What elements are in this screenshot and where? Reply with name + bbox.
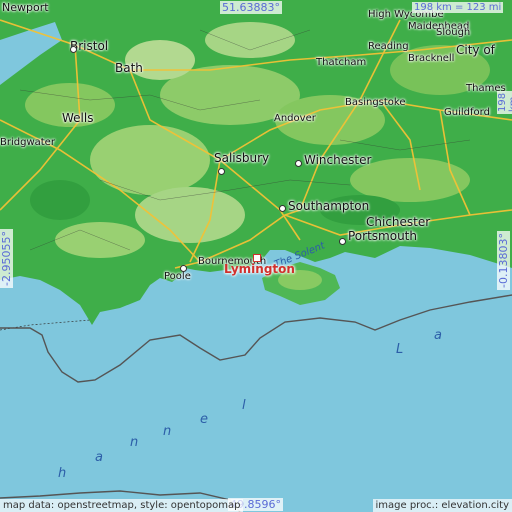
channel-letter: l (242, 398, 246, 413)
channel-letter: n (163, 424, 172, 439)
city-label-slough: Slough (436, 27, 471, 38)
city-label-guildford: Guildford (444, 107, 490, 118)
city-dot (218, 168, 225, 175)
city-label-portsmouth: Portsmouth (348, 229, 417, 243)
coord-right: -0.13803° (497, 231, 510, 290)
city-label-cityof: City of (456, 43, 495, 57)
map-attribution: map data: openstreetmap, style: opentopo… (0, 499, 244, 512)
channel-letter: n (130, 435, 139, 450)
city-dot (70, 46, 77, 53)
city-label-bath: Bath (115, 61, 143, 75)
map-canvas[interactable]: h a n n e l L a The Solent Newport Brist… (0, 0, 512, 512)
channel-letter: h (58, 466, 67, 481)
channel-letter: a (95, 450, 103, 465)
channel-letter: L (396, 342, 404, 357)
city-label-wells: Wells (62, 111, 94, 125)
city-label-salisbury: Salisbury (214, 151, 270, 165)
scale-top: 198 km = 123 mi (412, 2, 504, 13)
channel-letter: e (200, 412, 208, 427)
city-dot (279, 205, 286, 212)
coord-left: -2.95055° (0, 229, 13, 288)
city-label-poole: Poole (164, 271, 191, 282)
city-label-bridgwater: Bridgwater (0, 137, 55, 148)
coord-top: 51.63883° (220, 1, 282, 14)
scale-right: 198 km = 123 mi (497, 90, 512, 114)
city-label-basingstoke: Basingstoke (345, 97, 406, 108)
channel-letter: a (434, 328, 442, 343)
highlight-place-label: Lymington (224, 262, 295, 276)
city-dot (339, 238, 346, 245)
city-label-bracknell: Bracknell (408, 53, 455, 64)
location-marker[interactable] (253, 254, 261, 262)
city-label-newport: Newport (2, 1, 49, 14)
city-label-reading: Reading (368, 41, 409, 52)
city-label-chichester: Chichester (366, 215, 431, 229)
city-dot (295, 160, 302, 167)
image-attribution: image proc.: elevation.city (372, 499, 512, 512)
city-label-thatcham: Thatcham (316, 57, 367, 68)
city-dot (180, 265, 187, 272)
city-label-andover: Andover (274, 113, 316, 124)
city-label-southampton: Southampton (288, 199, 370, 213)
city-label-winchester: Winchester (304, 153, 372, 167)
